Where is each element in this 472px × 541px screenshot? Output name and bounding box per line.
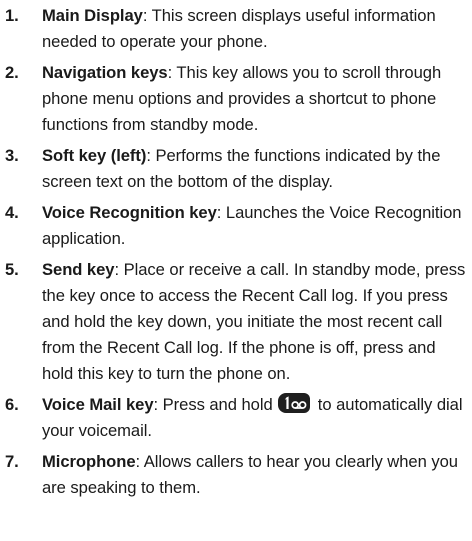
item-term: Voice Recognition key [42,203,217,222]
list-item: 5. Send key: Place or receive a call. In … [0,257,472,387]
list-item: 6. Voice Mail key: Press and hold to auto… [0,392,472,444]
list-item: 4. Voice Recognition key: Launches the Vo… [0,200,472,252]
item-term: Soft key (left) [42,146,147,165]
list-item: 1. Main Display: This screen displays use… [0,3,472,55]
item-term: Navigation keys [42,63,168,82]
key-descriptions-list: 1. Main Display: This screen displays use… [0,3,472,506]
list-item: 2. Navigation keys: This key allows you t… [0,60,472,138]
item-number: 7. [5,452,19,471]
one-voicemail-key-icon [278,393,311,413]
item-number: 6. [5,395,19,414]
item-term: Send key [42,260,115,279]
item-term: Voice Mail key [42,395,154,414]
item-number: 2. [5,63,19,82]
item-description-before-icon: : Press and hold [153,395,273,414]
item-term: Main Display [42,6,143,25]
item-number: 3. [5,146,19,165]
list-item: 7. Microphone: Allows callers to hear you… [0,449,472,501]
item-term: Microphone [42,452,136,471]
item-number: 1. [5,6,19,25]
item-number: 5. [5,260,19,279]
list-item: 3. Soft key (left): Performs the function… [0,143,472,195]
item-number: 4. [5,203,19,222]
